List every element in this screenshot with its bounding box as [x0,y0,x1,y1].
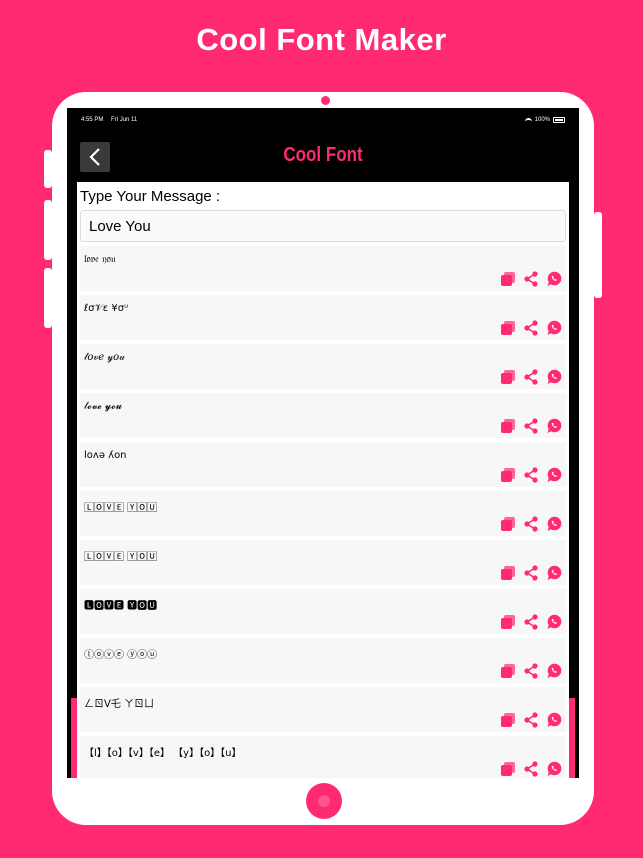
font-style-text: 𝓁𝓸𝓿𝓮 𝔂𝓸𝓾 [84,401,123,412]
nav-bar: Cool Font [67,130,579,182]
promo-title: Cool Font Maker [196,22,447,57]
copy-icon[interactable] [500,369,516,385]
battery-percent: 100% [534,117,550,123]
copy-icon[interactable] [500,271,516,287]
tablet-side-button [44,150,52,188]
nav-title: Cool Font [283,144,363,166]
copy-icon[interactable] [500,418,516,434]
whatsapp-icon[interactable] [546,369,562,385]
whatsapp-icon[interactable] [546,565,562,581]
whatsapp-icon[interactable] [546,614,562,630]
font-style-text: 𝔩𝔬𝔳𝔢 𝔶𝔬𝔲 [84,254,116,265]
row-actions [500,663,562,679]
whatsapp-icon[interactable] [546,467,562,483]
row-actions [500,712,562,728]
whatsapp-icon[interactable] [546,271,562,287]
whatsapp-icon[interactable] [546,761,562,777]
battery-icon [553,117,565,123]
share-icon[interactable] [523,712,539,728]
status-time: 4:55 PM [81,117,104,123]
copy-icon[interactable] [500,761,516,777]
share-icon[interactable] [523,369,539,385]
copy-icon[interactable] [500,663,516,679]
share-icon[interactable] [523,271,539,287]
row-actions [500,418,562,434]
font-style-text: ㄥㄖᐯ乇 ㄚㄖㄩ [84,699,155,710]
font-style-row[interactable]: ℓσ𝒱ε ¥σᵘ [80,295,566,340]
font-list: 𝔩𝔬𝔳𝔢 𝔶𝔬𝔲 ℓσ𝒱ε ¥σᵘ 𝓁𝑜𝓋𝑒 𝓎𝑜𝓊 𝓁𝓸𝓿𝓮 𝔂𝓸𝓾 loʌǝ… [80,246,566,778]
message-label: Type Your Message : [80,188,221,205]
font-style-row[interactable]: 𝔩𝔬𝔳𝔢 𝔶𝔬𝔲 [80,246,566,291]
copy-icon[interactable] [500,516,516,532]
font-style-row[interactable]: ⓛⓞⓥⓔ ⓨⓞⓤ [80,638,566,683]
whatsapp-icon[interactable] [546,320,562,336]
share-icon[interactable] [523,516,539,532]
row-actions [500,516,562,532]
font-style-row[interactable]: 【l】【o】【v】【e】 【y】【o】【u】 [80,736,566,778]
share-icon[interactable] [523,418,539,434]
font-style-text: 【l】【o】【v】【e】 【y】【o】【u】 [84,748,242,759]
font-style-row[interactable]: 🄻🄾🅅🄴 🅈🄾🅄 [80,540,566,585]
font-style-text: 🅻🅾🆅🅴 🆈🅾🆄 [84,601,158,612]
font-style-text: loʌǝ ʎon [84,450,127,461]
home-button[interactable] [306,783,342,819]
tablet-side-button [594,212,602,298]
whatsapp-icon[interactable] [546,663,562,679]
font-style-row[interactable]: 🅻🅾🆅🅴 🆈🅾🆄 [80,589,566,634]
font-style-row[interactable]: loʌǝ ʎon [80,442,566,487]
whatsapp-icon[interactable] [546,516,562,532]
share-icon[interactable] [523,320,539,336]
content-panel: Type Your Message : 𝔩𝔬𝔳𝔢 𝔶𝔬𝔲 ℓσ𝒱ε ¥σᵘ [77,182,569,778]
row-actions [500,565,562,581]
status-bar: 4:55 PM Fri Jun 11 100% [67,108,579,130]
font-style-text: 🄻🄾🅅🄴 🅈🄾🅄 [84,503,158,514]
row-actions [500,271,562,287]
message-input[interactable] [80,210,566,242]
font-style-row[interactable]: 🄻🄾🅅🄴 🅈🄾🅄 [80,491,566,536]
status-date: Fri Jun 11 [111,117,138,123]
font-style-text: 🄻🄾🅅🄴 🅈🄾🅄 [84,552,158,563]
app-screen: 4:55 PM Fri Jun 11 100% Cool Font Type Y… [67,108,579,778]
font-style-text: ℓσ𝒱ε ¥σᵘ [84,303,129,314]
share-icon[interactable] [523,663,539,679]
accent-strip [569,698,575,778]
chevron-left-icon [89,148,100,166]
row-actions [500,467,562,483]
tablet-side-button [44,200,52,260]
share-icon[interactable] [523,565,539,581]
row-actions [500,320,562,336]
whatsapp-icon[interactable] [546,418,562,434]
tablet-side-button [44,268,52,328]
row-actions [500,369,562,385]
camera-dot [321,96,330,105]
copy-icon[interactable] [500,320,516,336]
share-icon[interactable] [523,614,539,630]
font-style-text: 𝓁𝑜𝓋𝑒 𝓎𝑜𝓊 [84,352,125,363]
whatsapp-icon[interactable] [546,712,562,728]
share-icon[interactable] [523,761,539,777]
copy-icon[interactable] [500,712,516,728]
font-style-row[interactable]: 𝓁𝓸𝓿𝓮 𝔂𝓸𝓾 [80,393,566,438]
copy-icon[interactable] [500,614,516,630]
row-actions [500,614,562,630]
font-style-row[interactable]: ㄥㄖᐯ乇 ㄚㄖㄩ [80,687,566,732]
copy-icon[interactable] [500,467,516,483]
row-actions [500,761,562,777]
share-icon[interactable] [523,467,539,483]
font-style-text: ⓛⓞⓥⓔ ⓨⓞⓤ [84,650,158,661]
font-style-row[interactable]: 𝓁𝑜𝓋𝑒 𝓎𝑜𝓊 [80,344,566,389]
wifi-icon [524,117,532,123]
copy-icon[interactable] [500,565,516,581]
